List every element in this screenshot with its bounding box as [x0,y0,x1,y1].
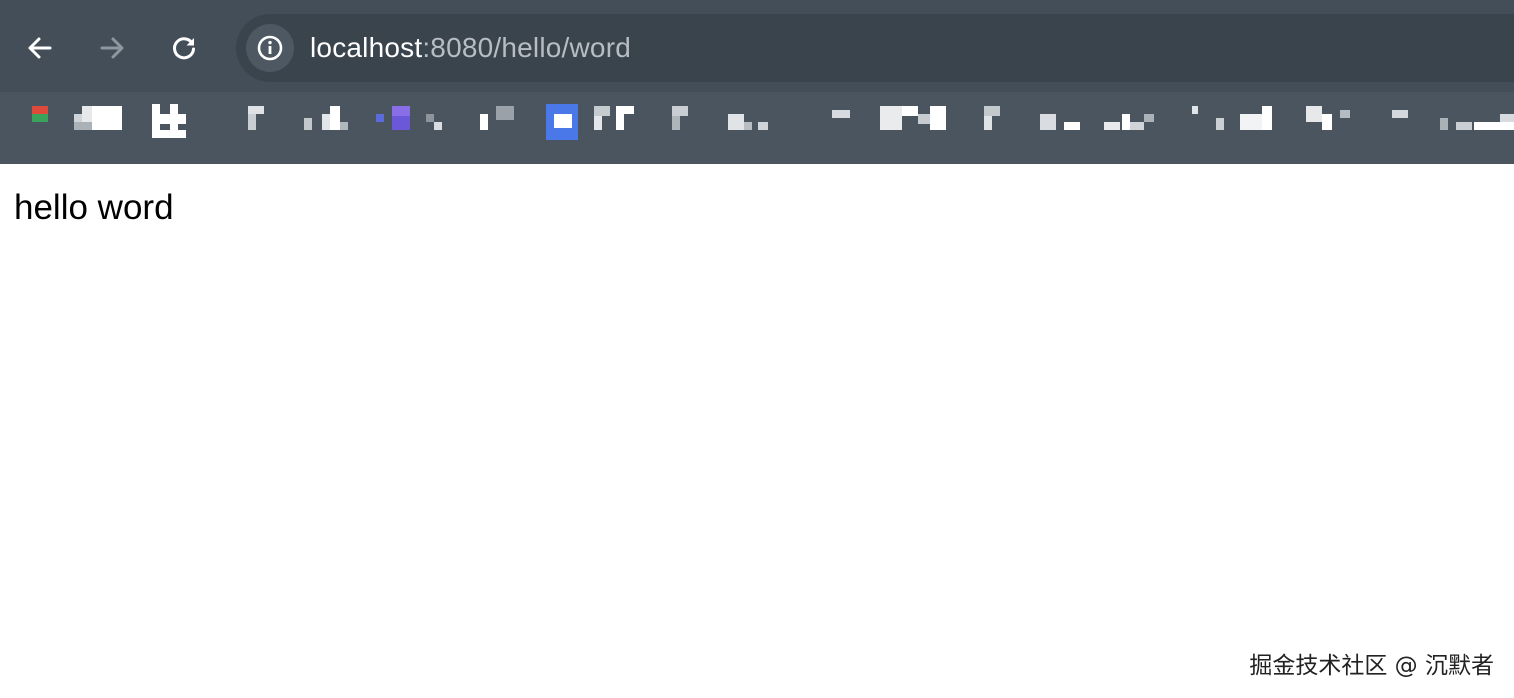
bookmark-item[interactable] [248,104,268,140]
bookmark-item[interactable] [1192,104,1284,140]
bookmark-item[interactable] [480,104,516,140]
forward-button[interactable] [88,24,136,72]
bookmark-item[interactable] [1104,104,1158,140]
bookmark-item[interactable] [376,104,454,140]
reload-button[interactable] [160,24,208,72]
bookmark-item[interactable] [1306,104,1360,140]
url-path: :8080/hello/word [422,32,631,63]
bookmark-item[interactable] [304,104,352,140]
address-bar[interactable]: localhost:8080/hello/word [236,14,1514,82]
watermark: 掘金技术社区 @ 沉默者 [1249,653,1494,679]
bookmark-item[interactable] [984,104,1004,140]
bookmark-item[interactable] [1392,104,1412,140]
back-button[interactable] [16,24,64,72]
url-text[interactable]: localhost:8080/hello/word [310,30,631,66]
arrow-right-icon [100,37,124,59]
bookmark-item[interactable] [728,104,774,140]
page-body-text: hello word [14,188,174,227]
browser-chrome: localhost:8080/hello/word [0,0,1514,164]
bookmark-item[interactable] [152,104,192,140]
arrow-left-icon [28,37,52,59]
bookmark-item[interactable] [832,104,852,140]
reload-icon [173,37,195,60]
url-host: localhost [310,32,423,63]
bookmark-item[interactable] [32,104,124,140]
bookmark-item[interactable] [880,104,950,140]
page-content: hello word [0,164,1514,698]
info-icon [257,35,283,61]
browser-toolbar: localhost:8080/hello/word [0,0,1514,92]
bookmark-item[interactable] [546,104,640,140]
bookmark-item[interactable] [672,104,692,140]
bookmark-item[interactable] [1040,104,1084,140]
bookmark-item[interactable] [1440,104,1514,140]
site-info-button[interactable] [246,24,294,72]
